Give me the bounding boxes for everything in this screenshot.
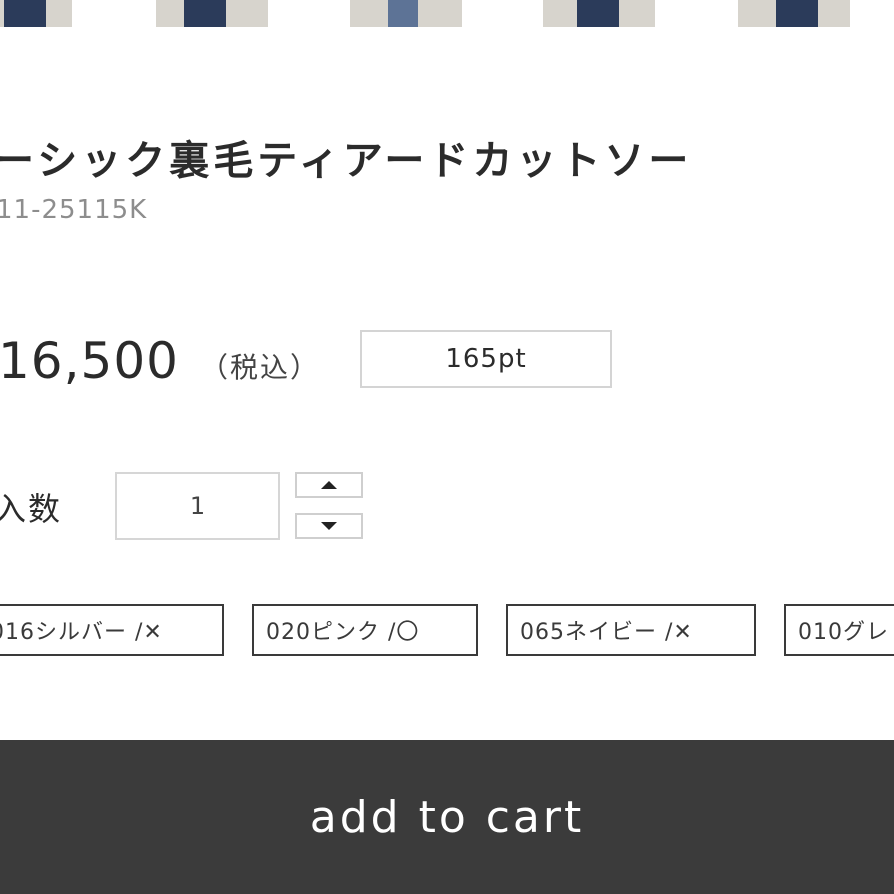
thumbnail-strip: [0, 0, 894, 30]
product-thumbnail[interactable]: [350, 0, 462, 27]
add-to-cart-button[interactable]: add to cart: [0, 740, 894, 894]
product-title: ーシック裏毛ティアードカットソー: [0, 138, 693, 184]
tax-note: （税込）: [200, 351, 321, 384]
product-price: 16,500: [0, 332, 179, 390]
quantity-input[interactable]: 1: [115, 472, 280, 540]
quantity-label: 入数: [0, 490, 63, 528]
color-options: 016シルバー /✕ 020ピンク /〇 065ネイビー /✕ 010グレ: [0, 604, 894, 656]
quantity-increase-button[interactable]: [295, 472, 363, 498]
product-thumbnail[interactable]: [543, 0, 655, 27]
color-option[interactable]: 065ネイビー /✕: [506, 604, 756, 656]
color-option[interactable]: 020ピンク /〇: [252, 604, 478, 656]
product-thumbnail[interactable]: [156, 0, 268, 27]
triangle-up-icon: [321, 481, 337, 489]
product-sku: 11-25115K: [0, 195, 148, 225]
product-thumbnail[interactable]: [738, 0, 850, 27]
points-badge: 165pt: [360, 330, 612, 388]
color-option[interactable]: 010グレ: [784, 604, 894, 656]
quantity-decrease-button[interactable]: [295, 513, 363, 539]
triangle-down-icon: [321, 522, 337, 530]
product-page: ーシック裏毛ティアードカットソー 11-25115K 16,500 （税込） 1…: [0, 0, 894, 894]
color-option[interactable]: 016シルバー /✕: [0, 604, 224, 656]
product-thumbnail[interactable]: [0, 0, 72, 27]
